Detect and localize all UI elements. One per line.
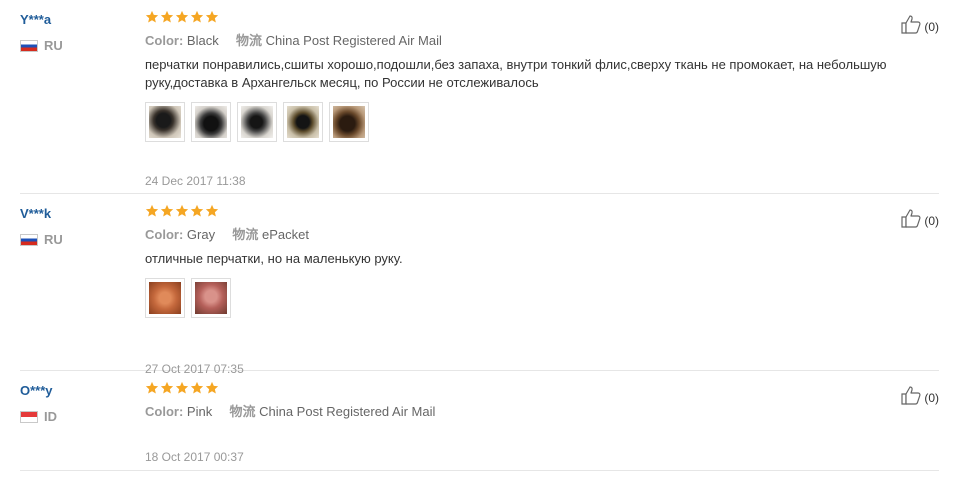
- review-text: отличные перчатки, но на маленькую руку.: [145, 251, 403, 266]
- shipping-label: 物流: [232, 227, 259, 242]
- review-attributes: Color: Gray 物流 ePacket: [145, 226, 865, 244]
- star-icon: [145, 204, 159, 218]
- star-icon: [190, 381, 204, 395]
- star-icon: [160, 204, 174, 218]
- star-icon: [205, 381, 219, 395]
- thumbs-up-icon[interactable]: [901, 14, 923, 34]
- color-value: Pink: [186, 404, 213, 419]
- color-label: Color:: [145, 404, 184, 419]
- thumbs-up-icon[interactable]: [901, 208, 923, 228]
- review-content: Color: Black 物流 China Post Registered Ai…: [145, 10, 887, 142]
- reviewer-name[interactable]: V***k: [20, 206, 130, 222]
- review-attributes: Color: Pink 物流 China Post Registered Air…: [145, 403, 865, 421]
- review-attributes: Color: Black 物流 China Post Registered Ai…: [145, 32, 865, 50]
- star-icon: [175, 381, 189, 395]
- review-item: O***y ID Color: Pink 物流 China Post Regis…: [20, 371, 939, 471]
- color-value: Gray: [186, 227, 216, 242]
- glove-photo: [149, 282, 181, 314]
- review-date: 24 Dec 2017 11:38: [145, 174, 246, 188]
- glove-photo: [287, 106, 319, 138]
- glove-photo: [149, 106, 181, 138]
- shipping-value: ePacket: [261, 227, 309, 242]
- helpful-vote[interactable]: (0): [901, 14, 939, 34]
- review-item: V***k RU Color: Gray 物流 ePacket отличные…: [20, 194, 939, 376]
- feedback-list: Y***a RU Color: Black 物流 China Post Regi…: [0, 0, 953, 486]
- reviewer-info: Y***a RU: [20, 12, 130, 53]
- helpful-count: (0): [924, 214, 939, 228]
- glove-photo: [333, 106, 365, 138]
- shipping-label: 物流: [229, 404, 256, 419]
- reviewer-info: O***y ID: [20, 383, 130, 424]
- star-icon: [175, 204, 189, 218]
- star-icon: [205, 204, 219, 218]
- star-icon: [145, 10, 159, 24]
- star-rating: [145, 204, 865, 220]
- review-content: Color: Pink 物流 China Post Registered Air…: [145, 381, 865, 421]
- photo-thumbnail[interactable]: [191, 278, 231, 318]
- review-content: Color: Gray 物流 ePacket отличные перчатки…: [145, 204, 865, 318]
- reviewer-country: ID: [20, 409, 130, 424]
- star-icon: [190, 10, 204, 24]
- glove-photo: [195, 282, 227, 314]
- photo-thumbnails: [145, 102, 865, 142]
- photo-thumbnail[interactable]: [145, 278, 185, 318]
- indonesia-flag-icon: [20, 410, 38, 423]
- glove-photo: [195, 106, 227, 138]
- star-icon: [145, 381, 159, 395]
- photo-thumbnail[interactable]: [329, 102, 369, 142]
- reviewer-name[interactable]: Y***a: [20, 12, 130, 28]
- reviewer-name[interactable]: O***y: [20, 383, 130, 399]
- thumbs-up-icon[interactable]: [901, 385, 923, 405]
- reviewer-country: RU: [20, 38, 130, 53]
- photo-thumbnail[interactable]: [283, 102, 323, 142]
- review-text: перчатки понравились,сшиты хорошо,подошл…: [145, 57, 887, 90]
- glove-photo: [241, 106, 273, 138]
- russia-flag-icon: [20, 233, 38, 246]
- reviewer-info: V***k RU: [20, 206, 130, 247]
- star-icon: [205, 10, 219, 24]
- star-icon: [160, 10, 174, 24]
- star-icon: [190, 204, 204, 218]
- shipping-label: 物流: [235, 33, 262, 48]
- helpful-vote[interactable]: (0): [901, 208, 939, 228]
- reviewer-country: RU: [20, 232, 130, 247]
- shipping-value: China Post Registered Air Mail: [259, 404, 436, 419]
- star-icon: [175, 10, 189, 24]
- helpful-count: (0): [924, 20, 939, 34]
- star-rating: [145, 10, 865, 26]
- color-label: Color:: [145, 227, 184, 242]
- color-label: Color:: [145, 33, 184, 48]
- photo-thumbnail[interactable]: [191, 102, 231, 142]
- review-item: Y***a RU Color: Black 物流 China Post Regi…: [20, 0, 939, 194]
- helpful-count: (0): [924, 391, 939, 405]
- country-code: RU: [44, 232, 63, 247]
- country-code: ID: [44, 409, 57, 424]
- review-date: 18 Oct 2017 00:37: [145, 450, 244, 464]
- star-rating: [145, 381, 865, 397]
- photo-thumbnail[interactable]: [145, 102, 185, 142]
- photo-thumbnails: [145, 278, 865, 318]
- country-code: RU: [44, 38, 63, 53]
- helpful-vote[interactable]: (0): [901, 385, 939, 405]
- star-icon: [160, 381, 174, 395]
- shipping-value: China Post Registered Air Mail: [265, 33, 442, 48]
- russia-flag-icon: [20, 39, 38, 52]
- color-value: Black: [186, 33, 219, 48]
- photo-thumbnail[interactable]: [237, 102, 277, 142]
